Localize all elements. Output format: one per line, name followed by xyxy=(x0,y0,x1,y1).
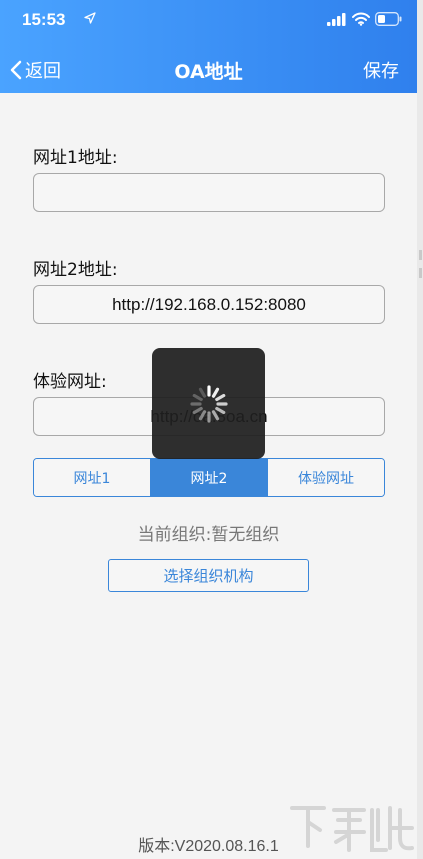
status-bar: 15:53 xyxy=(0,0,417,40)
segment-trial-url[interactable]: 体验网址 xyxy=(267,459,384,496)
select-org-button[interactable]: 选择组织机构 xyxy=(108,559,309,592)
url1-input[interactable] xyxy=(33,173,385,212)
spinner-icon xyxy=(189,384,228,423)
edge-mark xyxy=(419,250,422,260)
url-segmented-control: 网址1 网址2 体验网址 xyxy=(33,458,385,497)
wifi-icon xyxy=(352,12,370,26)
segment-url2[interactable]: 网址2 xyxy=(150,459,267,496)
site-watermark xyxy=(290,806,414,852)
location-arrow-icon xyxy=(84,12,96,24)
edge-mark xyxy=(419,268,422,278)
app-header: 15:53 返回 OA地址 保存 xyxy=(0,0,417,93)
trial-url-label: 体验网址: xyxy=(33,372,107,392)
current-org-text: 当前组织:暂无组织 xyxy=(137,525,280,545)
url1-label: 网址1地址: xyxy=(33,148,118,168)
save-button[interactable]: 保存 xyxy=(363,57,399,83)
segment-url1[interactable]: 网址1 xyxy=(34,459,150,496)
url2-label: 网址2地址: xyxy=(33,260,118,280)
battery-icon xyxy=(375,12,402,26)
screen-edge xyxy=(417,0,423,859)
loading-overlay xyxy=(152,348,265,459)
url2-input[interactable] xyxy=(33,285,385,324)
status-time: 15:53 xyxy=(22,10,66,29)
page-title: OA地址 xyxy=(174,61,243,83)
signal-icon xyxy=(327,13,346,26)
